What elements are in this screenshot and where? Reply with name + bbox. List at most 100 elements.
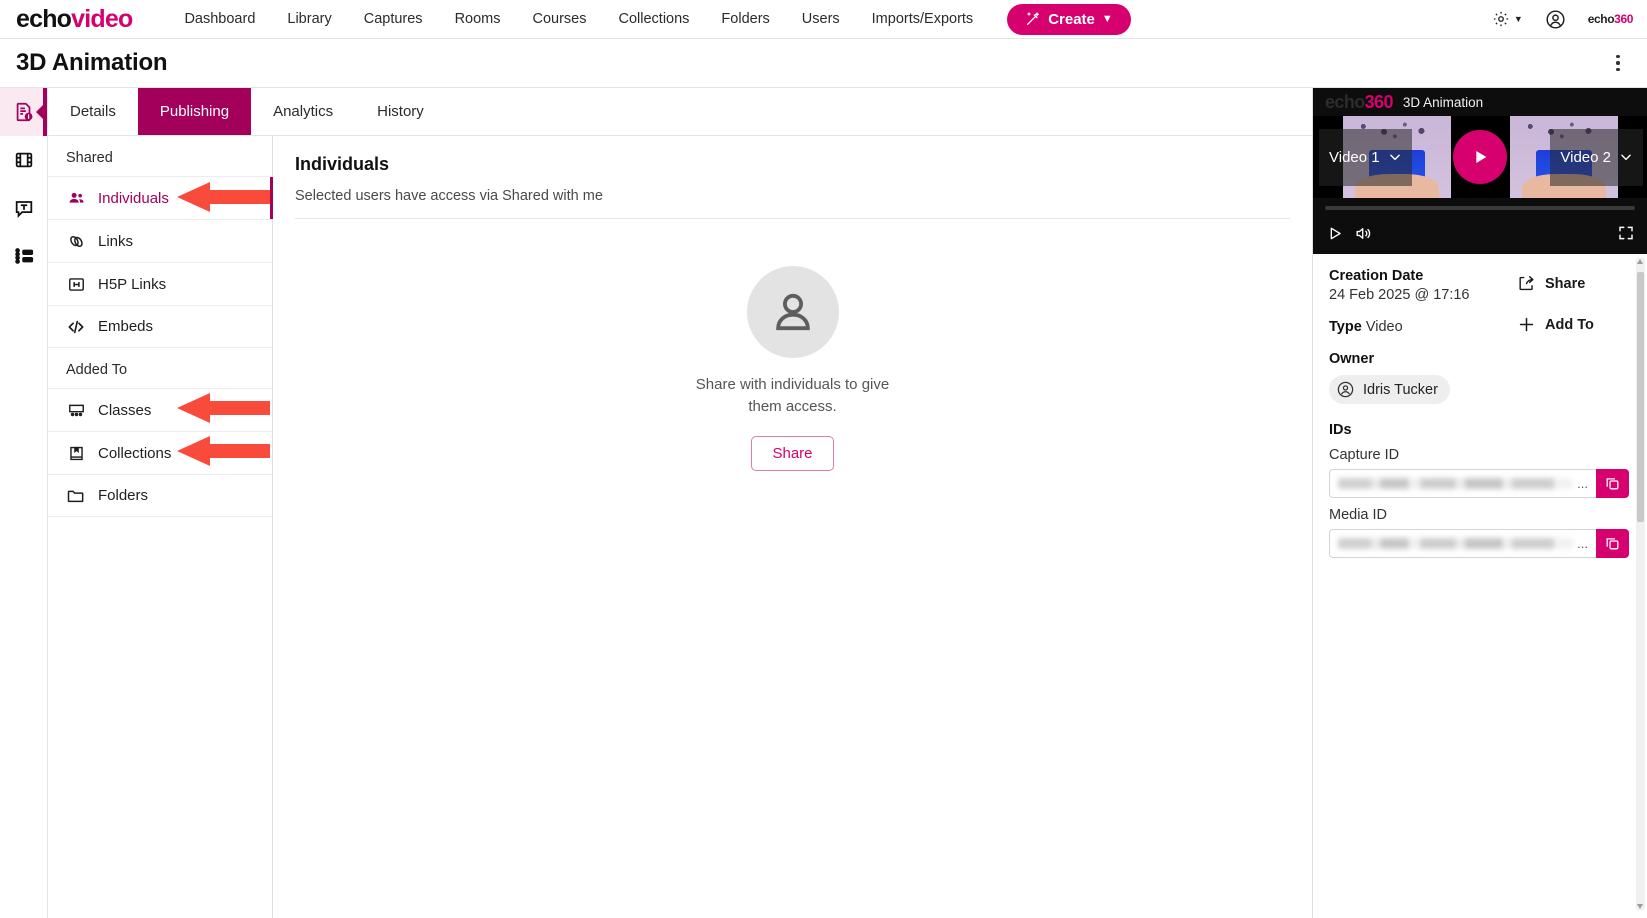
publishing-sidebar: Shared Individuals Links H5P Links Embed… <box>48 136 273 918</box>
media-id-field[interactable]: ... <box>1329 529 1596 558</box>
media-id-value <box>1338 538 1574 549</box>
account-button[interactable] <box>1545 9 1566 30</box>
nav-folders[interactable]: Folders <box>705 5 785 33</box>
panes: Shared Individuals Links H5P Links Embed… <box>48 136 1312 918</box>
scroll-down-arrow-icon[interactable] <box>1637 904 1643 909</box>
main-content: Individuals Selected users have access v… <box>273 136 1312 918</box>
chevron-down-icon: ▼ <box>1101 13 1113 25</box>
rail-item-list-settings[interactable] <box>0 232 47 280</box>
media-details: Creation Date 24 Feb 2025 @ 17:16 Type V… <box>1313 254 1647 918</box>
filmstrip-icon <box>15 152 32 168</box>
volume-button[interactable] <box>1354 224 1373 243</box>
add-to-action-button[interactable]: Add To <box>1517 315 1629 334</box>
add-to-action-label: Add To <box>1545 316 1594 333</box>
rail-item-transcript[interactable] <box>0 184 47 232</box>
left-icon-rail <box>0 88 48 918</box>
content-tabs: Details Publishing Analytics History <box>48 88 1312 136</box>
nav-captures[interactable]: Captures <box>348 5 439 33</box>
nav-rooms[interactable]: Rooms <box>439 5 517 33</box>
sidebar-item-individuals[interactable]: Individuals <box>48 176 273 219</box>
top-navigation-bar: echovideo Dashboard Library Captures Roo… <box>0 0 1647 39</box>
h5p-icon <box>66 275 86 294</box>
mini-logo-part-1: echo <box>1587 12 1615 26</box>
media-id-ellipsis: ... <box>1577 536 1588 551</box>
rail-item-media-info[interactable] <box>0 88 47 136</box>
scroll-up-arrow-icon[interactable] <box>1637 259 1643 264</box>
sidebar-group-added-to: Added To <box>66 362 128 378</box>
scrollbar-thumb[interactable] <box>1637 272 1644 522</box>
tab-analytics[interactable]: Analytics <box>251 88 355 135</box>
capture-id-field[interactable]: ... <box>1329 469 1596 498</box>
play-overlay-button[interactable] <box>1453 130 1507 184</box>
play-button[interactable] <box>1325 224 1344 243</box>
content-heading: Individuals <box>295 154 390 174</box>
copy-icon <box>1606 478 1619 490</box>
creation-date-label: Creation Date <box>1329 268 1424 284</box>
capture-id-label: Capture ID <box>1329 447 1400 463</box>
share-button[interactable]: Share <box>751 435 834 471</box>
media-info-icon <box>16 102 32 122</box>
sidebar-item-classes[interactable]: Classes <box>48 388 272 431</box>
share-action-label: Share <box>1545 275 1586 292</box>
video-selector-right[interactable]: Video 2 <box>1550 128 1643 186</box>
app-body: Details Publishing Analytics History Sha… <box>0 87 1647 918</box>
player-title: 3D Animation <box>1402 94 1484 110</box>
details-actions: Share Add To <box>1517 268 1629 404</box>
nav-courses[interactable]: Courses <box>517 5 603 33</box>
nav-library[interactable]: Library <box>271 5 347 33</box>
create-button[interactable]: Create ▼ <box>1007 3 1131 35</box>
player-header: echo360 3D Animation <box>1313 88 1647 116</box>
nav-dashboard[interactable]: Dashboard <box>168 5 271 33</box>
book-bookmark-icon <box>66 444 86 463</box>
tab-details[interactable]: Details <box>48 88 138 135</box>
nav-collections[interactable]: Collections <box>603 5 706 33</box>
people-group-icon <box>66 189 86 208</box>
details-scrollbar[interactable] <box>1636 258 1645 910</box>
player-scrubber[interactable] <box>1325 206 1635 210</box>
page-title: 3D Animation <box>16 49 168 76</box>
nav-imports-exports[interactable]: Imports/Exports <box>856 5 990 33</box>
magic-wand-icon <box>1027 12 1040 25</box>
details-top-row: Creation Date 24 Feb 2025 @ 17:16 Type V… <box>1329 268 1629 404</box>
play-icon <box>1330 227 1341 239</box>
video-player: echo360 3D Animation Video 1 Video 2 <box>1313 88 1647 254</box>
empty-state-message: Share with individuals to give them acce… <box>695 376 890 415</box>
nav-users[interactable]: Users <box>786 5 856 33</box>
player-control-bar <box>1313 198 1647 254</box>
logo-part-2: video <box>71 4 133 33</box>
link-chain-icon <box>66 232 86 251</box>
sidebar-item-collections[interactable]: Collections <box>48 431 272 474</box>
video-selector-left[interactable]: Video 1 <box>1319 128 1412 186</box>
active-rail-caret <box>36 105 43 119</box>
sidebar-group-shared: Shared <box>66 150 113 166</box>
fullscreen-button[interactable] <box>1617 224 1635 242</box>
tab-history[interactable]: History <box>355 88 446 135</box>
share-action-button[interactable]: Share <box>1517 274 1629 293</box>
player-stage[interactable]: Video 1 Video 2 <box>1313 116 1647 198</box>
tab-publishing[interactable]: Publishing <box>137 88 252 135</box>
chevron-down-icon <box>1621 154 1631 161</box>
copy-media-id-button[interactable] <box>1596 529 1629 558</box>
content-subheading: Selected users have access via Shared wi… <box>295 188 1290 219</box>
kebab-menu-icon[interactable] <box>1605 48 1631 78</box>
video-selector-left-label: Video 1 <box>1329 148 1380 166</box>
chevron-down-icon <box>1389 154 1400 161</box>
sidebar-item-label: Collections <box>98 444 172 462</box>
sidebar-item-label: Classes <box>98 401 152 419</box>
settings-gear-button[interactable]: ▼ <box>1492 10 1523 28</box>
echovideo-logo[interactable]: echovideo <box>16 4 133 33</box>
owner-chip[interactable]: Idris Tucker <box>1329 375 1450 404</box>
sidebar-item-h5p-links[interactable]: H5P Links <box>48 262 272 305</box>
sidebar-item-label: Folders <box>98 487 149 504</box>
user-circle-icon <box>1337 381 1354 398</box>
logo-part-1: echo <box>16 4 72 33</box>
owner-name: Idris Tucker <box>1363 381 1438 398</box>
sidebar-item-folders[interactable]: Folders <box>48 474 272 517</box>
sidebar-item-embeds[interactable]: Embeds <box>48 305 272 348</box>
sidebar-item-label: Links <box>98 232 134 250</box>
copy-capture-id-button[interactable] <box>1596 469 1629 498</box>
app-root: echovideo Dashboard Library Captures Roo… <box>0 0 1647 918</box>
sidebar-item-links[interactable]: Links <box>48 219 272 262</box>
creation-date-value: 24 Feb 2025 @ 17:16 <box>1329 287 1470 303</box>
rail-item-filmstrip[interactable] <box>0 136 47 184</box>
